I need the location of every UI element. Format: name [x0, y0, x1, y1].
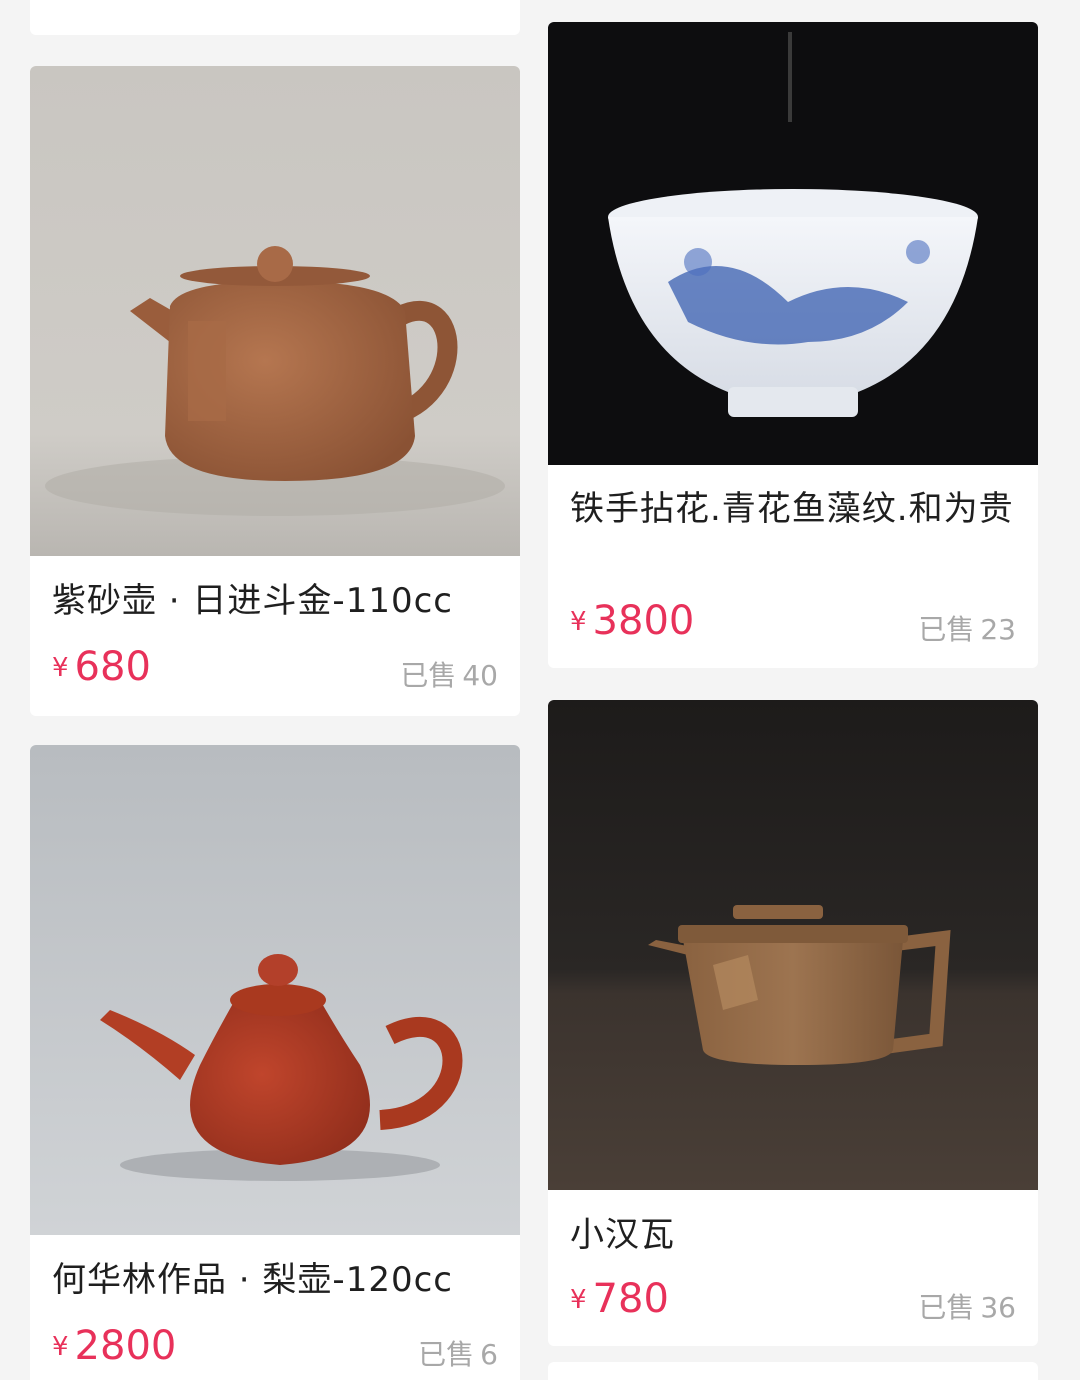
- product-price: ¥3800: [570, 598, 694, 644]
- yixing-teapot-image: [30, 66, 520, 556]
- currency-symbol: ¥: [570, 607, 587, 637]
- price-value: 780: [592, 1276, 669, 1322]
- product-image[interactable]: [30, 745, 520, 1235]
- product-card[interactable]: 小汉瓦 ¥780 已售 36: [548, 700, 1038, 1346]
- product-image[interactable]: [548, 700, 1038, 1190]
- sold-count: 已售 40: [400, 654, 498, 694]
- sold-count: 已售 6: [418, 1333, 498, 1373]
- price-value: 3800: [592, 598, 695, 644]
- sold-value: 23: [980, 613, 1016, 646]
- price-value: 680: [74, 644, 151, 690]
- sold-count: 已售 23: [918, 608, 1016, 648]
- product-card-partial-top[interactable]: [30, 0, 520, 35]
- sold-count: 已售 36: [918, 1286, 1016, 1326]
- product-price: ¥680: [52, 644, 151, 690]
- product-card[interactable]: 紫砂壶 · 日进斗金-110cc ¥680 已售 40: [30, 66, 520, 716]
- product-title: 小汉瓦: [570, 1215, 675, 1255]
- price-value: 2800: [74, 1323, 177, 1369]
- currency-symbol: ¥: [570, 1285, 587, 1315]
- sold-label: 已售: [918, 1291, 975, 1324]
- product-card[interactable]: 何华林作品 · 梨壶-120cc ¥2800 已售 6: [30, 745, 520, 1380]
- product-title: 何华林作品 · 梨壶-120cc: [52, 1260, 453, 1300]
- sold-label: 已售: [400, 659, 457, 692]
- sold-label: 已售: [418, 1338, 475, 1371]
- sold-value: 40: [462, 659, 498, 692]
- product-price: ¥2800: [52, 1323, 176, 1369]
- hanwa-teapot-image: [548, 700, 1038, 1190]
- currency-symbol: ¥: [52, 1332, 69, 1362]
- currency-symbol: ¥: [52, 653, 69, 683]
- red-pear-teapot-image: [30, 745, 520, 1235]
- product-title: 紫砂壶 · 日进斗金-110cc: [52, 581, 453, 621]
- product-image[interactable]: [30, 66, 520, 556]
- product-card-partial-bottom[interactable]: [548, 1362, 1038, 1380]
- sold-value: 36: [980, 1291, 1016, 1324]
- product-image[interactable]: [548, 22, 1038, 465]
- blue-white-cup-image: [548, 22, 1038, 465]
- sold-label: 已售: [918, 613, 975, 646]
- product-price: ¥780: [570, 1276, 669, 1322]
- product-card[interactable]: 铁手拈花.青花鱼藻纹.和为贵 ¥3800 已售 23: [548, 22, 1038, 668]
- product-title: 铁手拈花.青花鱼藻纹.和为贵: [570, 489, 1014, 529]
- sold-value: 6: [480, 1338, 498, 1371]
